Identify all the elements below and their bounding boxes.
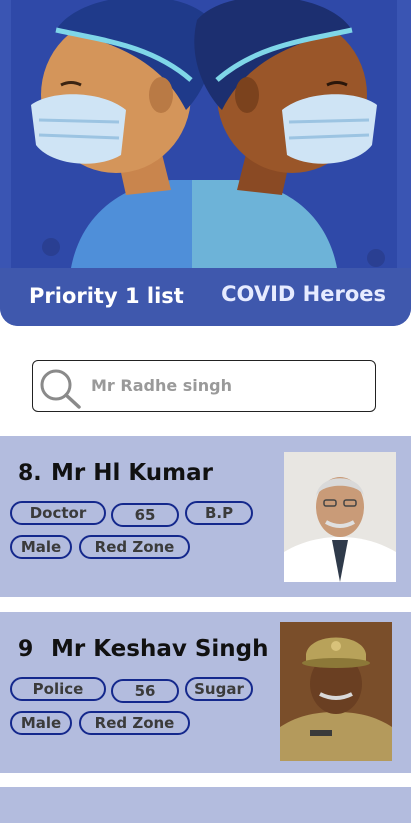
covid-heroes-label[interactable]: COVID Heroes: [221, 282, 386, 306]
tag-gender: Male: [10, 535, 72, 559]
card-number: 8.: [18, 461, 42, 486]
card-name: Mr Keshav Singh: [51, 636, 269, 662]
tag-condition: B.P: [185, 501, 253, 525]
card-name: Mr Hl Kumar: [51, 460, 213, 486]
hero-card[interactable]: [0, 787, 411, 823]
hero-card[interactable]: 9 Mr Keshav Singh Police 56 Sugar Male R…: [0, 612, 411, 773]
hero-card[interactable]: 8. Mr Hl Kumar Doctor 65 B.P Male Red Zo…: [0, 436, 411, 597]
tag-age: 65: [111, 503, 179, 527]
doctor-photo: [284, 452, 396, 582]
tag-zone: Red Zone: [79, 535, 190, 559]
tag-profession: Police: [10, 677, 106, 701]
search-value: Mr Radhe singh: [91, 376, 233, 395]
search-icon: [40, 369, 81, 409]
hero-banner: Priority 1 list COVID Heroes: [0, 0, 411, 326]
tag-zone: Red Zone: [79, 711, 190, 735]
police-photo: [280, 622, 392, 761]
nurses-illustration: [11, 0, 397, 268]
priority-list-label[interactable]: Priority 1 list: [29, 284, 184, 308]
tag-profession: Doctor: [10, 501, 106, 525]
tag-gender: Male: [10, 711, 72, 735]
search-input[interactable]: Mr Radhe singh: [32, 360, 376, 412]
card-number: 9: [18, 637, 34, 662]
tag-condition: Sugar: [185, 677, 253, 701]
tag-age: 56: [111, 679, 179, 703]
